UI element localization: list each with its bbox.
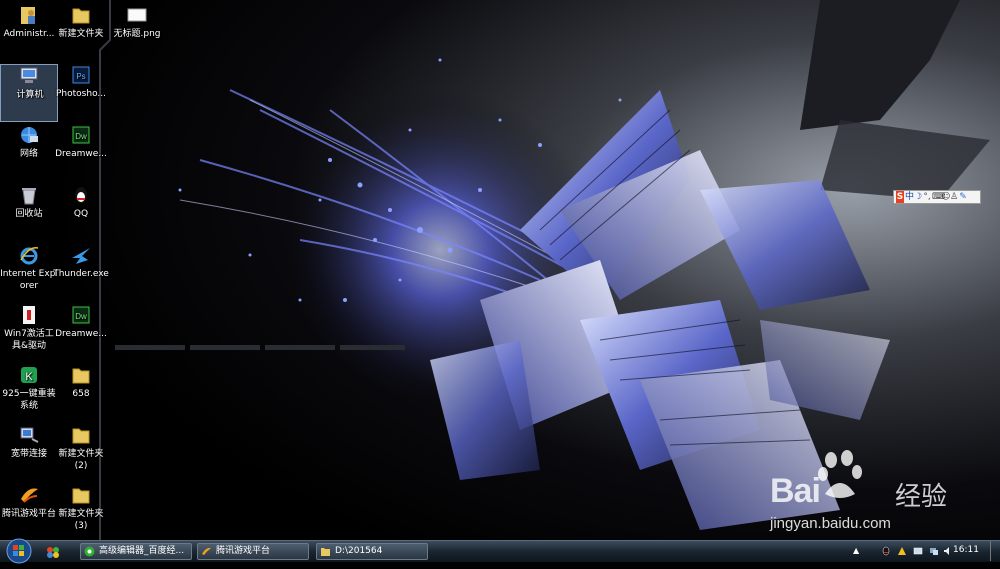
moon-icon[interactable]: ☽ [914,191,922,203]
desktop-icon-dreamweaver-2[interactable]: Dw Dreamwe... [52,304,110,362]
svg-text:Dw: Dw [75,312,87,321]
folder-icon [72,368,90,384]
icon-label: QQ [73,209,89,219]
desktop-icon-internet-explorer[interactable]: Internet Explorer [0,244,58,302]
tencent-games-icon [202,547,211,555]
desktop-icon-computer[interactable]: 计算机 [0,64,58,122]
network-icon[interactable] [929,546,939,556]
keyboard-icon[interactable]: ⌨ [932,191,945,203]
icon-label: 网络 [19,149,38,159]
network-icon [21,127,38,143]
icon-label: 无标题.png [113,29,161,39]
icon-label: 计算机 [16,90,44,100]
desktop-icon-new-folder-2[interactable]: 新建文件夹 (2) [52,424,110,482]
icon-label: Dreamwe... [55,329,107,339]
monitor-icon[interactable] [913,546,923,556]
desktop-icon-administrator[interactable]: Administr... [0,4,58,62]
desktop-icon-new-folder-3[interactable]: 新建文件夹 (3) [52,484,110,542]
desktop-icon-tencent-games[interactable]: 腾讯游戏平台 [0,484,58,542]
computer-icon [20,67,38,83]
taskbar: 高级编辑器_百度经... 腾讯游戏平台 D:\201564 ▲ 16:11 [0,537,1000,565]
icon-label: 新建文件夹 (3) [58,509,104,531]
user-icon[interactable]: ☺ [941,191,950,203]
taskbar-item-folder[interactable]: D:\201564 [316,543,428,560]
volume-icon[interactable] [943,546,953,556]
icon-label: Thunder.exe [53,269,109,279]
sogou-logo-icon[interactable]: S [896,191,904,203]
svg-text:Ps: Ps [76,72,85,81]
watermark-brand: Bai [770,472,821,510]
desktop-icon-untitled-png[interactable]: 无标题.png [108,4,166,62]
quick-launch-app[interactable] [44,544,62,560]
svg-text:Dw: Dw [75,132,87,141]
qq-icon [75,187,87,203]
taskbar-item-tencent-games[interactable]: 腾讯游戏平台 [197,543,309,560]
show-desktop-button[interactable] [990,541,1000,561]
desktop-icon-network[interactable]: 网络 [0,124,58,182]
svg-text:K: K [25,371,33,383]
wrench-icon[interactable]: ✎ [959,191,967,203]
taskbar-item-label: D:\201564 [335,546,383,556]
warning-icon[interactable] [897,546,907,556]
browser-icon [84,546,95,557]
icon-label: 新建文件夹 [58,29,104,39]
icon-label: 658 [72,389,90,399]
icon-label: Win7激活工具&驱动 [4,329,54,351]
punctuation-icon[interactable]: °, [923,191,931,203]
icon-label: Internet Explorer [0,269,58,291]
desktop-icon-thunder[interactable]: Thunder.exe [52,244,110,302]
photoshop-icon: Ps [72,66,90,84]
ime-toolbar[interactable]: S 中 ☽ °, ⌨ ☺ ♙ ✎ [893,190,981,204]
dreamweaver-icon: Dw [72,306,90,324]
icon-label: Administr... [3,29,55,39]
image-file-icon [127,8,147,22]
tencent-games-icon [21,488,38,503]
icon-label: 宽带连接 [10,449,47,459]
folder-icon [321,548,330,556]
desktop-icon-qq[interactable]: QQ [52,184,110,242]
taskbar-item-label: 腾讯游戏平台 [216,546,271,556]
recycle-bin-icon [22,188,36,205]
ie-icon [20,247,39,265]
user-folder-icon [21,7,35,24]
icon-label: Dreamwe... [55,149,107,159]
desktop-icon-folder-658[interactable]: 658 [52,364,110,422]
shirt-icon[interactable]: ♙ [950,191,958,203]
expand-tray-icon[interactable]: ▲ [853,546,863,556]
folder-icon [72,8,90,24]
desktop-icon-new-folder[interactable]: 新建文件夹 [52,4,110,62]
desktop-icon-win7-activation[interactable]: Win7激活工具&驱动 [0,304,58,362]
broadband-icon [20,427,39,443]
desktop-icon-925-reinstall[interactable]: K 925一键重装系统 [0,364,58,422]
desktop-icon-recycle-bin[interactable]: 回收站 [0,184,58,242]
activation-tool-icon [23,306,35,324]
watermark-url: jingyan.baidu.com [770,515,891,532]
windows-logo-icon [6,538,32,564]
icon-label: 925一键重装系统 [2,389,56,411]
folder-icon [72,488,90,504]
desktop-icon-dreamweaver[interactable]: Dw Dreamwe... [52,124,110,182]
icon-label: Photosho... [56,89,106,99]
reinstall-icon: K [21,367,37,383]
ime-mode-toggle[interactable]: 中 [905,191,914,203]
app-launcher-icon [47,547,59,558]
icon-label: 新建文件夹 (2) [58,449,104,471]
qq-icon[interactable] [881,546,891,556]
watermark-brand-cn: 经验 [895,482,948,512]
dreamweaver-icon: Dw [72,126,90,144]
icon-label: 回收站 [15,209,43,219]
taskbar-item-label: 高级编辑器_百度经... [99,546,185,556]
taskbar-item-baidu-editor[interactable]: 高级编辑器_百度经... [80,543,192,560]
icon-label: 腾讯游戏平台 [1,509,56,519]
thunder-icon [72,248,90,264]
folder-icon [72,428,90,444]
start-button[interactable] [3,537,35,565]
desktop-icon-broadband[interactable]: 宽带连接 [0,424,58,482]
clock[interactable]: 16:11 [953,545,979,555]
desktop-icon-photoshop[interactable]: Ps Photosho... [52,64,110,122]
